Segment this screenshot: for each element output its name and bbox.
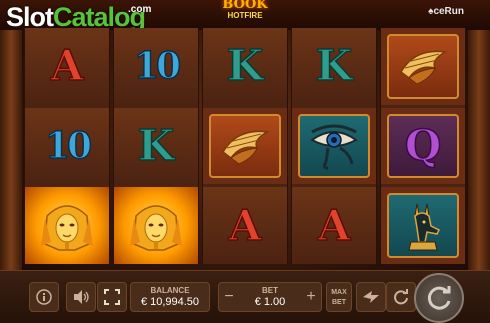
turbo-button[interactable] <box>356 282 386 312</box>
spin-icon <box>427 286 451 310</box>
pharaoh-mask-icon <box>41 204 93 251</box>
reel-cell: K <box>292 28 376 105</box>
game-logo: BOOK HOTFIRE <box>212 0 278 20</box>
anubis-icon <box>408 203 441 251</box>
balance-label: BALANCE <box>150 286 190 295</box>
bet-decrease-button[interactable]: − <box>222 287 236 307</box>
reel-cell: K <box>203 28 287 105</box>
symbol-letter: A <box>317 200 351 250</box>
fullscreen-button[interactable] <box>97 282 127 312</box>
control-bar: BALANCE € 10,994.50 BET € 1.00 − + MAX B… <box>0 270 490 323</box>
bet-increase-button[interactable]: + <box>304 287 318 307</box>
reel-cell: 10 <box>114 28 198 105</box>
wing-scarab-icon <box>222 130 270 165</box>
reel-cell: K <box>114 107 198 185</box>
fullscreen-icon <box>104 289 120 305</box>
reel-grid: A 10 10 K K A K A Q <box>24 28 466 265</box>
max-bet-button[interactable]: MAX BET <box>326 282 352 312</box>
sound-icon <box>74 290 89 304</box>
symbol-letter: A <box>50 41 84 91</box>
watermark-com: .com <box>128 4 152 15</box>
reel-1: A 10 <box>24 28 110 265</box>
provider-logo: ♠ceRun <box>428 6 464 17</box>
right-pillar <box>468 20 490 270</box>
wing-scarab-icon <box>400 51 448 85</box>
left-pillar <box>0 20 22 270</box>
symbol-letter: K <box>315 41 353 91</box>
reel-cell: A <box>292 187 376 265</box>
symbol-letter: K <box>137 121 175 170</box>
spin-button[interactable] <box>414 273 464 323</box>
reel-cell <box>381 28 465 105</box>
sound-button[interactable] <box>66 282 96 312</box>
balance-panel: BALANCE € 10,994.50 <box>130 282 210 312</box>
reel-cell <box>292 107 376 185</box>
reel-cell <box>203 107 287 185</box>
reel-cell: Q <box>381 107 465 185</box>
reel-cell <box>25 187 109 265</box>
reel-cell <box>381 187 465 265</box>
info-icon <box>36 289 52 305</box>
game-header: SlotCatalog .com BOOK HOTFIRE ♠ceRun <box>0 0 490 32</box>
reel-cell: A <box>203 187 287 265</box>
symbol-letter: 10 <box>44 125 93 167</box>
reel-cell: 10 <box>25 107 109 185</box>
pharaoh-mask-icon <box>130 204 182 251</box>
autoplay-button[interactable] <box>386 282 416 312</box>
reel-2: 10 K <box>113 28 199 265</box>
provider-name: ceRun <box>433 6 464 17</box>
symbol-letter: K <box>226 41 264 91</box>
reel-cell: A <box>25 28 109 105</box>
reel-5: Q <box>380 28 466 265</box>
max-bet-line1: MAX <box>331 289 347 296</box>
balance-value: € 10,994.50 <box>140 296 200 308</box>
symbol-letter: Q <box>404 121 442 170</box>
info-button[interactable] <box>29 282 59 312</box>
symbol-letter: A <box>228 200 262 250</box>
reel-3: K A <box>202 28 288 265</box>
eye-of-horus-icon <box>310 124 358 170</box>
symbol-letter: 10 <box>133 45 182 88</box>
game-subtitle: HOTFIRE <box>227 11 263 20</box>
reel-4: K A <box>291 28 377 265</box>
max-bet-line2: BET <box>332 299 346 306</box>
turbo-icon <box>363 291 379 303</box>
autoplay-icon <box>394 289 408 305</box>
reel-cell <box>114 187 198 265</box>
